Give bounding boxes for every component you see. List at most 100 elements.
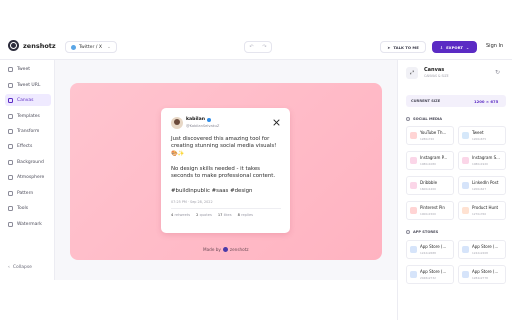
preset-icon [410,271,417,278]
preset-icon [462,182,469,189]
talk-to-me-button[interactable]: ➤ TALK TO ME [380,41,426,53]
app-stores-header: APP STORES [406,230,438,234]
preset-name: App Store (... [472,244,499,249]
undo-redo-group: ↶ ↷ [244,41,272,53]
current-size-value: 1200 × 675 [474,99,499,104]
link-icon [8,82,13,88]
sidebar-item-pattern[interactable]: Pattern [5,187,51,199]
effects-icon [8,143,13,149]
preset-name: YouTube Th... [420,130,447,135]
sidebar-item-label: Tools [17,205,29,211]
undo-icon[interactable]: ↶ [249,44,253,50]
preset-size: 1600x1200 [420,187,436,191]
size-preset-tile[interactable]: Tweet 1200x675 [458,126,506,145]
sidebar-item-tweet[interactable]: Tweet [5,63,51,75]
sidebar-item-label: Transform [17,128,40,134]
avatar [171,117,183,129]
preset-size: 1080x1920 [472,162,488,166]
sidebar-item-label: Background [17,159,44,165]
size-preset-tile[interactable]: LinkedIn Post 1200x627 [458,176,506,195]
twitter-icon [71,44,76,50]
sidebar-item-label: Pattern [17,190,34,196]
preset-size: 2048x2732 [420,276,436,280]
size-preset-tile[interactable]: Instagram S... 1080x1920 [458,151,506,170]
sign-in-link[interactable]: Sign In [486,43,503,49]
redo-icon[interactable]: ↷ [262,44,266,50]
collapse-label: Collapse [12,265,32,270]
app-stores-label: APP STORES [413,230,439,234]
preset-size: 1270x760 [472,212,487,216]
size-preset-tile[interactable]: App Store (... 1242x2688 [406,240,454,259]
made-by-brand: zenshotz [229,247,249,252]
author-handle: @KabilanSelvakuZ [186,124,220,128]
preset-name: Instagram S... [472,155,500,160]
sidebar [0,60,55,280]
preset-name: App Store (... [420,269,447,274]
sidebar-item-tweet-url[interactable]: Tweet URL [5,79,51,91]
logo[interactable]: zenshotz [8,40,56,51]
size-preset-tile[interactable]: Product Hunt 1270x760 [458,201,506,220]
preset-size: 1280x720 [420,137,435,141]
sidebar-item-effects[interactable]: Effects [5,140,51,152]
canvas-icon [8,97,13,103]
chevron-down-icon: ⌄ [107,44,111,50]
panel-subtitle: CANVAS & SIZE [424,74,449,78]
stat-replies: 8 replies [237,213,254,217]
tweet-author: kabilan [186,117,211,122]
preset-size: 1200x675 [472,137,487,141]
resize-icon: ⤢ [406,67,418,79]
watermark-icon [8,221,13,227]
current-size-label: CURRENT SIZE [411,99,441,103]
size-preset-tile[interactable]: App Store (... 1242x2208 [458,240,506,259]
size-preset-tile[interactable]: App Store (... 2048x2732 [406,265,454,284]
size-preset-tile[interactable]: Instagram P... 1080x1080 [406,151,454,170]
preset-icon [462,246,469,253]
sidebar-item-atmosphere[interactable]: Atmosphere [5,171,51,183]
stat-likes: 17 likes [217,213,232,217]
preset-icon [410,207,417,214]
sidebar-item-label: Atmosphere [17,174,45,180]
sidebar-item-tools[interactable]: Tools [5,202,51,214]
platform-selector[interactable]: Twitter / X ⌄ [65,41,117,53]
sidebar-item-transform[interactable]: Transform [5,125,51,137]
preset-icon [462,271,469,278]
talk-to-me-label: TALK TO ME [393,44,419,50]
tweet-icon [8,66,13,72]
collapse-button[interactable]: ‹ Collapse [8,265,32,270]
preset-size: 1242x2208 [472,251,488,255]
preset-name: App Store (... [472,269,499,274]
sidebar-item-canvas[interactable]: Canvas [5,94,51,106]
x-logo-icon [273,119,280,126]
export-button[interactable]: ⇩ EXPORT ⌄ [432,41,477,53]
logo-icon [8,40,19,51]
tweet-body: Just discovered this amazing tool for cr… [171,136,277,194]
size-preset-tile[interactable]: Pinterest Pin 1000x1500 [406,201,454,220]
sidebar-item-templates[interactable]: Templates [5,110,51,122]
chevron-down-icon: ⌄ [465,44,470,50]
sidebar-item-label: Canvas [17,97,34,103]
refresh-icon[interactable]: ↻ [495,69,500,76]
stat-quotes: 2 quotes [196,213,212,217]
templates-icon [8,113,13,119]
send-icon: ➤ [387,44,391,50]
panel-title: Canvas [424,67,445,73]
tweet-stats: 4 retweets 2 quotes 17 likes 8 replies [171,213,253,217]
size-preset-tile[interactable]: App Store (... 1284x2778 [458,265,506,284]
preset-name: Instagram P... [420,155,448,160]
made-by-badge: Made by zenshotz [203,247,249,252]
size-preset-tile[interactable]: Dribbble 1600x1200 [406,176,454,195]
verified-icon [206,117,211,122]
preset-size: 1284x2778 [472,276,488,280]
preset-name: Pinterest Pin [420,205,445,210]
sidebar-item-watermark[interactable]: Watermark [5,218,51,230]
preset-size: 1000x1500 [420,212,436,216]
tweet-card[interactable]: kabilan @KabilanSelvakuZ Just discovered… [161,108,290,233]
brand-icon [222,247,228,252]
sidebar-item-background[interactable]: Background [5,156,51,168]
sidebar-item-label: Tweet [17,66,30,72]
author-name: kabilan [186,117,205,122]
preset-icon [462,207,469,214]
divider [171,208,281,209]
size-preset-tile[interactable]: YouTube Th... 1280x720 [406,126,454,145]
made-by-label: Made by [203,247,221,252]
